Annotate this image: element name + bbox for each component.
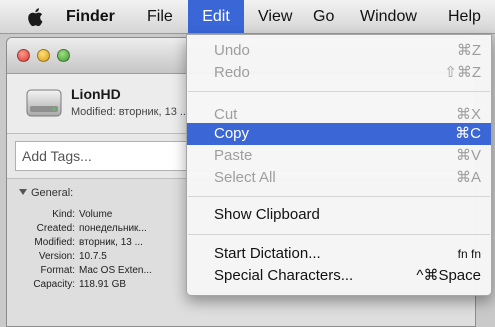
menu-help[interactable]: Help	[448, 0, 481, 33]
menu-bar: Finder File Edit View Go Window Help	[0, 0, 495, 34]
menu-item-shortcut: ⌘V	[455, 147, 481, 164]
disk-name: LionHD	[71, 86, 121, 102]
menu-item-shortcut: ⌘C	[455, 125, 481, 142]
menu-item-undo[interactable]: Undo ⌘Z	[187, 40, 491, 62]
menu-item-label: Undo	[214, 42, 250, 59]
menu-go[interactable]: Go	[313, 0, 334, 33]
menu-window[interactable]: Window	[360, 0, 417, 33]
info-row-kind: Kind: Volume	[7, 209, 207, 223]
row-label: Capacity:	[33, 279, 75, 290]
zoom-button[interactable]	[57, 49, 70, 62]
menu-view[interactable]: View	[258, 0, 292, 33]
row-value: вторник, 13 ...	[79, 237, 143, 248]
hard-disk-icon	[26, 89, 62, 117]
info-row-modified: Modified: вторник, 13 ...	[7, 237, 207, 251]
menu-item-start-dictation[interactable]: Start Dictation... fn fn	[187, 243, 491, 265]
row-value: 10.7.5	[79, 251, 107, 262]
menu-edit[interactable]: Edit	[188, 0, 244, 33]
info-row-version: Version: 10.7.5	[7, 251, 207, 265]
menu-item-label: Special Characters...	[214, 267, 354, 284]
row-value: Volume	[79, 209, 113, 220]
row-value: Mac OS Exten...	[79, 265, 152, 276]
menu-file[interactable]: File	[147, 0, 173, 33]
info-row-capacity: Capacity: 118.91 GB	[7, 279, 207, 293]
menu-separator	[188, 234, 490, 235]
menu-item-redo[interactable]: Redo ⇧⌘Z	[187, 62, 491, 84]
row-value: 118.91 GB	[79, 279, 127, 290]
row-label: Modified:	[34, 237, 75, 248]
menu-item-show-clipboard[interactable]: Show Clipboard	[187, 204, 491, 226]
row-label: Version:	[38, 251, 75, 262]
info-row-created: Created: понедельник...	[7, 223, 207, 237]
menu-item-shortcut: ⌘A	[455, 169, 481, 186]
menu-item-label: Show Clipboard	[214, 206, 320, 223]
apple-icon[interactable]	[24, 6, 48, 28]
menu-item-shortcut: ^⌘Space	[416, 267, 481, 284]
menu-item-label: Start Dictation...	[214, 245, 321, 262]
menu-item-special-characters[interactable]: Special Characters... ^⌘Space	[187, 265, 491, 287]
minimize-button[interactable]	[37, 49, 50, 62]
menu-item-label: Paste	[214, 147, 253, 164]
menu-item-paste[interactable]: Paste ⌘V	[187, 145, 491, 167]
general-title: General:	[31, 187, 74, 199]
row-label: Created:	[36, 223, 75, 234]
menu-item-label: Copy	[214, 125, 250, 142]
edit-menu-dropdown: Undo ⌘Z Redo ⇧⌘Z Cut ⌘X Copy ⌘C Paste ⌘V…	[186, 34, 492, 296]
menu-item-shortcut: fn fn	[457, 247, 481, 261]
menu-finder[interactable]: Finder	[66, 0, 115, 33]
menu-item-shortcut: ⌘Z	[456, 42, 481, 59]
menu-separator	[188, 196, 490, 197]
menu-item-label: Select All	[214, 169, 276, 186]
row-value: понедельник...	[79, 223, 147, 234]
info-row-format: Format: Mac OS Exten...	[7, 265, 207, 279]
disclosure-triangle-icon	[19, 189, 27, 195]
close-button[interactable]	[17, 49, 30, 62]
menu-item-copy[interactable]: Copy ⌘C	[187, 123, 491, 145]
menu-item-shortcut: ⇧⌘Z	[444, 64, 481, 81]
menu-item-label: Redo	[214, 64, 250, 81]
general-disclosure[interactable]: General:	[19, 187, 73, 199]
row-label: Format:	[40, 265, 75, 276]
menu-separator	[188, 91, 490, 92]
modified-date: Modified: вторник, 13 ...	[71, 106, 190, 118]
row-label: Kind:	[52, 209, 75, 220]
menu-item-select-all[interactable]: Select All ⌘A	[187, 167, 491, 189]
